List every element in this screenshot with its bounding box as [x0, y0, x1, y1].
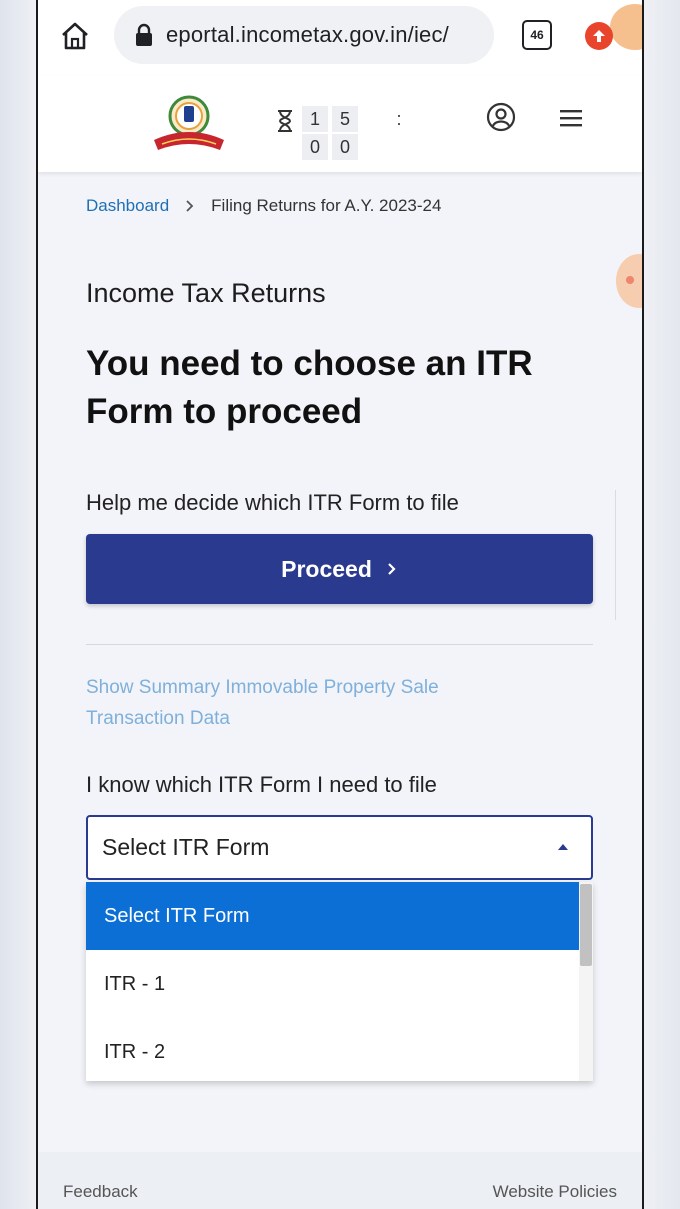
itr-form-select[interactable]: Select ITR Form: [86, 815, 593, 880]
session-timer: 1 5 : 0 0: [276, 106, 406, 160]
timer-digit: 0: [332, 134, 358, 160]
breadcrumb: Dashboard Filing Returns for A.Y. 2023-2…: [86, 196, 441, 216]
home-icon: [62, 22, 88, 50]
website-policies-link[interactable]: Website Policies: [493, 1182, 617, 1202]
proceed-button[interactable]: Proceed: [86, 534, 593, 604]
screen: eportal.incometax.gov.in/iec/ 46 1 5: 0…: [38, 0, 642, 1209]
help-decide-text: Help me decide which ITR Form to file: [86, 490, 459, 515]
income-tax-department-logo[interactable]: [148, 94, 230, 156]
hamburger-menu-icon[interactable]: [558, 108, 584, 128]
section-label: Income Tax Returns: [86, 278, 326, 308]
helper-dot: [626, 276, 634, 284]
home-button[interactable]: [56, 18, 94, 54]
proceed-label: Proceed: [281, 555, 372, 582]
device-edge-right: [642, 0, 644, 1209]
lock-icon: [136, 23, 152, 46]
timer-separator: :: [396, 108, 402, 129]
tab-switcher-button[interactable]: 46: [522, 20, 552, 50]
profile-icon[interactable]: [486, 102, 516, 132]
url-text: eportal.incometax.gov.in/iec/: [166, 22, 449, 47]
know-form-text: I know which ITR Form I need to file: [86, 772, 437, 797]
breadcrumb-dashboard-link[interactable]: Dashboard: [86, 196, 169, 216]
caret-up-icon: [558, 844, 568, 850]
timer-blank: [362, 106, 388, 132]
browser-toolbar: eportal.incometax.gov.in/iec/ 46: [38, 0, 642, 76]
dropdown-scrollbar[interactable]: [579, 882, 593, 1081]
site-header: 1 5 : 0 0: [38, 76, 642, 172]
tab-count: 46: [530, 28, 544, 42]
select-value: Select ITR Form: [102, 834, 270, 860]
summary-property-sale-link[interactable]: Show Summary Immovable Property Sale Tra…: [86, 672, 526, 734]
scrollbar-thumb[interactable]: [580, 884, 592, 966]
page-title: You need to choose an ITR Form to procee…: [86, 344, 533, 431]
overlay-blob: [610, 4, 642, 50]
timer-digits: 1 5 : 0 0: [302, 106, 406, 160]
breadcrumb-current: Filing Returns for A.Y. 2023-24: [211, 196, 442, 215]
itr-form-dropdown-list: Select ITR Form ITR - 1 ITR - 2: [86, 882, 593, 1081]
dropdown-option-itr-1[interactable]: ITR - 1: [86, 950, 579, 1018]
dropdown-option-select-itr-form[interactable]: Select ITR Form: [86, 882, 579, 950]
browser-menu-button[interactable]: [585, 22, 613, 50]
timer-digit: 0: [302, 134, 328, 160]
arrow-up-icon: [593, 30, 605, 42]
timer-digit: 5: [332, 106, 358, 132]
dropdown-option-itr-2[interactable]: ITR - 2: [86, 1018, 579, 1081]
chevron-right-icon: [186, 200, 194, 212]
section-divider: [86, 644, 593, 645]
floating-helper-bubble[interactable]: [616, 254, 642, 308]
page-footer: Feedback Website Policies: [38, 1152, 642, 1209]
hourglass-icon: [278, 110, 292, 132]
timer-digit: 1: [302, 106, 328, 132]
chevron-right-icon: [388, 563, 396, 575]
address-bar[interactable]: eportal.incometax.gov.in/iec/: [114, 6, 494, 64]
side-divider: [615, 490, 616, 620]
feedback-link[interactable]: Feedback: [63, 1182, 138, 1202]
